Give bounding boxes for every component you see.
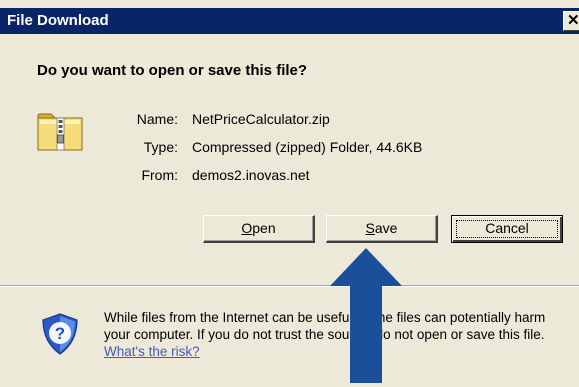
security-shield-icon: ?: [42, 313, 78, 355]
prompt-question: Do you want to open or save this file?: [37, 62, 308, 79]
whats-the-risk-link[interactable]: What's the risk?: [104, 344, 200, 359]
file-type: Compressed (zipped) Folder, 44.6KB: [192, 139, 423, 155]
open-button[interactable]: Open: [203, 215, 315, 243]
separator-highlight: [0, 286, 579, 287]
cancel-button[interactable]: Cancel: [451, 215, 563, 243]
save-button[interactable]: Save: [326, 215, 438, 243]
close-icon: ✕: [567, 12, 579, 29]
type-label: Type:: [143, 139, 178, 155]
window-title: File Download: [7, 12, 109, 29]
file-source: demos2.inovas.net: [192, 167, 310, 183]
save-mnemonic: S: [365, 220, 375, 236]
open-label: pen: [252, 220, 276, 236]
file-name: NetPriceCalculator.zip: [192, 111, 330, 127]
file-download-dialog: File Download ✕ Do you want to open or s…: [0, 0, 579, 387]
title-bar[interactable]: File Download ✕: [0, 8, 579, 34]
warning-text: While files from the Internet can be use…: [104, 310, 546, 342]
close-button[interactable]: ✕: [563, 11, 579, 31]
svg-text:?: ?: [55, 324, 65, 343]
cancel-label: Cancel: [485, 220, 529, 236]
save-label: ave: [374, 220, 398, 236]
name-label: Name:: [136, 111, 178, 127]
open-mnemonic: O: [241, 220, 253, 236]
from-label: From:: [141, 167, 178, 183]
up-arrow-annotation-icon: [330, 248, 402, 383]
